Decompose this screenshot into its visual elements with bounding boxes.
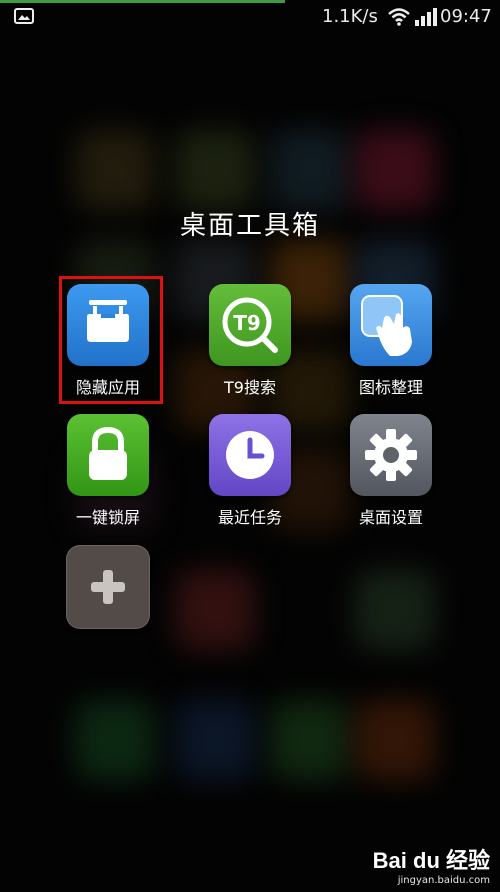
icon-arrange-icon (350, 284, 432, 366)
status-clock: 09:47 (440, 6, 492, 27)
app-label: 桌面设置 (358, 508, 423, 527)
selection-highlight-box (59, 276, 163, 404)
app-add[interactable] (58, 545, 158, 629)
app-t9-search[interactable]: T9 T9搜索 (200, 284, 300, 398)
wifi-icon (388, 8, 410, 26)
folder-title: 桌面工具箱 (179, 211, 320, 241)
app-recent-tasks[interactable]: 最近任务 (200, 414, 300, 528)
lock-icon (67, 414, 149, 496)
gear-icon (350, 414, 432, 496)
status-bar: 1.1K/s 09:47 (0, 0, 500, 36)
app-label: 最近任务 (217, 508, 282, 527)
app-label: 图标整理 (358, 378, 423, 397)
gallery-icon (14, 8, 34, 24)
app-one-key-lock[interactable]: 一键锁屏 (58, 414, 158, 528)
watermark-site: jingyan.baidu.com (397, 875, 490, 886)
watermark-brand: Bai du 经验 (372, 848, 490, 873)
t9-search-icon: T9 (209, 284, 291, 366)
add-icon (66, 545, 150, 629)
clock-icon (209, 414, 291, 496)
network-speed: 1.1K/s (322, 6, 378, 27)
app-icon-arrange[interactable]: 图标整理 (341, 284, 441, 398)
app-desktop-settings[interactable]: 桌面设置 (341, 414, 441, 528)
baidu-watermark: Bai du 经验 jingyan.baidu.com (373, 843, 490, 886)
app-label: T9搜索 (224, 378, 276, 397)
app-label: 一键锁屏 (75, 508, 140, 527)
signal-icon (415, 8, 437, 26)
svg-text:T9: T9 (233, 311, 261, 335)
